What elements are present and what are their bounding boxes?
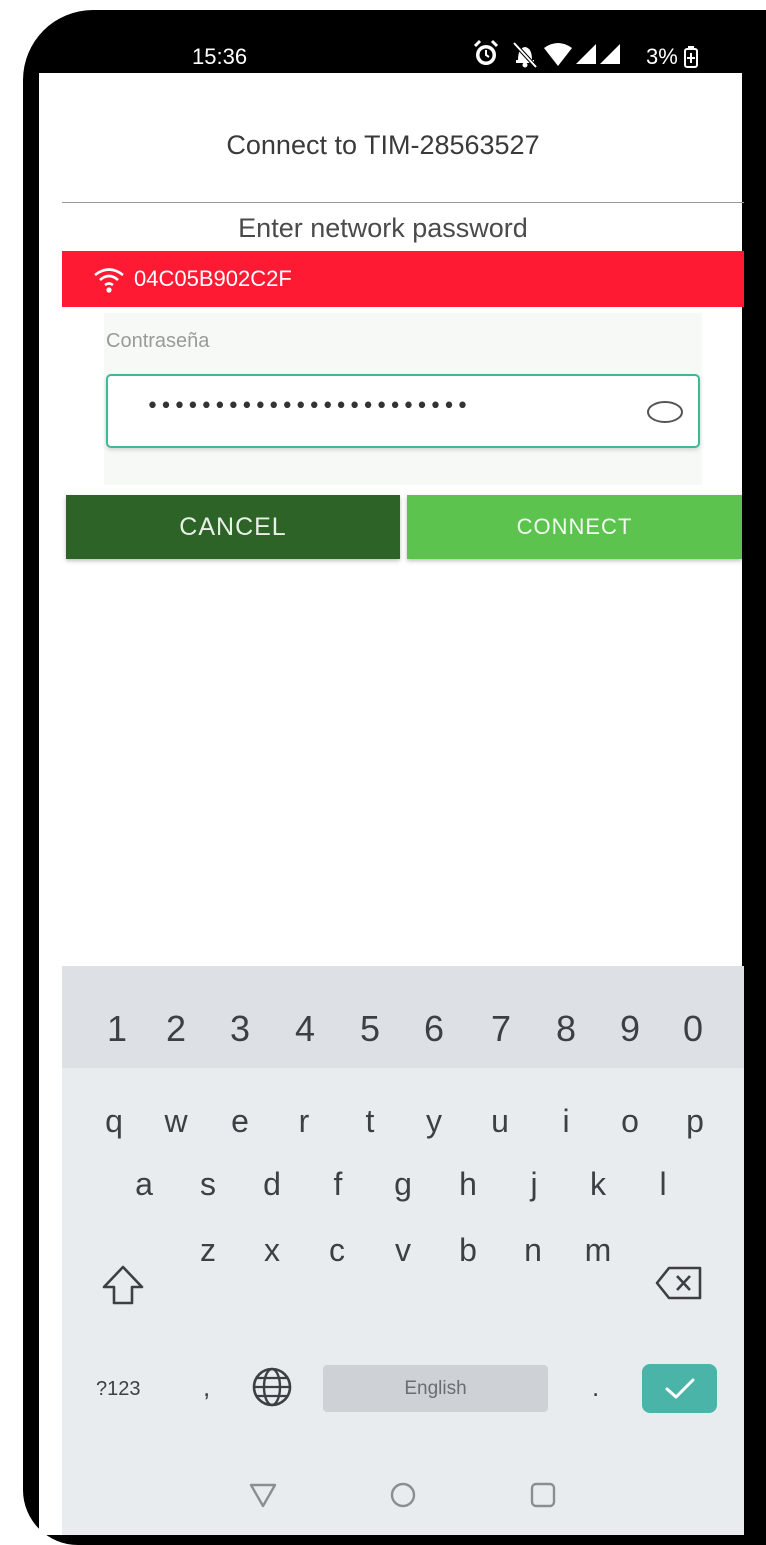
status-time: 15:36 [192,44,248,69]
key-t[interactable]: t [345,1103,395,1140]
key-r[interactable]: r [279,1103,329,1140]
key-l[interactable]: l [638,1166,688,1203]
key-3[interactable]: 3 [215,1008,265,1050]
key-x[interactable]: x [247,1232,297,1269]
key-d[interactable]: d [247,1166,297,1203]
key-7[interactable]: 7 [476,1008,526,1050]
key-w[interactable]: w [151,1103,201,1140]
key-1[interactable]: 1 [92,1008,142,1050]
network-bar: 04C05B902C2F [62,251,744,307]
key-v[interactable]: v [378,1232,428,1269]
battery-status: 3% [646,44,698,70]
key-k[interactable]: k [573,1166,623,1203]
key-i[interactable]: i [541,1103,591,1140]
battery-charging-icon [683,46,698,68]
key-p[interactable]: p [670,1103,720,1140]
divider [62,202,744,203]
key-f[interactable]: f [313,1166,363,1203]
bell-off-icon [512,41,538,69]
key-b[interactable]: b [443,1232,493,1269]
key-a[interactable]: a [119,1166,169,1203]
password-label: Contraseña [106,330,210,352]
wifi-icon [94,268,124,293]
key-8[interactable]: 8 [541,1008,591,1050]
check-icon [665,1378,694,1398]
key-5[interactable]: 5 [345,1008,395,1050]
globe-icon[interactable] [251,1366,293,1408]
backspace-icon[interactable] [655,1265,703,1301]
connect-button[interactable]: CONNECT [407,495,742,559]
key-c[interactable]: c [312,1232,362,1269]
key-e[interactable]: e [215,1103,265,1140]
period-key[interactable]: . [592,1372,599,1403]
key-u[interactable]: u [475,1103,525,1140]
nav-recent-icon[interactable] [529,1481,557,1509]
comma-key[interactable]: , [203,1372,210,1403]
enter-key[interactable] [642,1364,717,1413]
cancel-button[interactable]: CANCEL [66,495,400,559]
nav-home-icon[interactable] [389,1481,417,1509]
key-s[interactable]: s [183,1166,233,1203]
key-y[interactable]: y [409,1103,459,1140]
nav-back-icon[interactable] [248,1480,278,1510]
key-o[interactable]: o [605,1103,655,1140]
signal-icon [600,44,620,64]
key-2[interactable]: 2 [151,1008,201,1050]
eye-icon[interactable] [646,400,684,424]
key-0[interactable]: 0 [668,1008,718,1050]
key-9[interactable]: 9 [605,1008,655,1050]
space-key[interactable]: English [323,1365,548,1412]
shift-icon[interactable] [100,1263,146,1307]
symbols-key[interactable]: ?123 [96,1378,141,1401]
alarm-icon [473,39,499,65]
password-field[interactable]: •••••••••••••••••••••••• [106,374,700,448]
wifi-icon [544,43,572,66]
key-m[interactable]: m [573,1232,623,1269]
key-g[interactable]: g [378,1166,428,1203]
key-z[interactable]: z [183,1232,233,1269]
key-n[interactable]: n [508,1232,558,1269]
password-value: •••••••••••••••••••••••• [146,394,470,419]
dialog-subtitle: Enter network password [238,213,528,243]
key-j[interactable]: j [509,1166,559,1203]
key-6[interactable]: 6 [409,1008,459,1050]
key-q[interactable]: q [89,1103,139,1140]
battery-percent: 3% [646,44,678,69]
signal-icon [576,44,596,64]
status-icons [473,39,620,69]
dialog-title: Connect to TIM-28563527 [226,130,540,160]
key-h[interactable]: h [443,1166,493,1203]
key-4[interactable]: 4 [280,1008,330,1050]
network-name: 04C05B902C2F [134,266,292,291]
